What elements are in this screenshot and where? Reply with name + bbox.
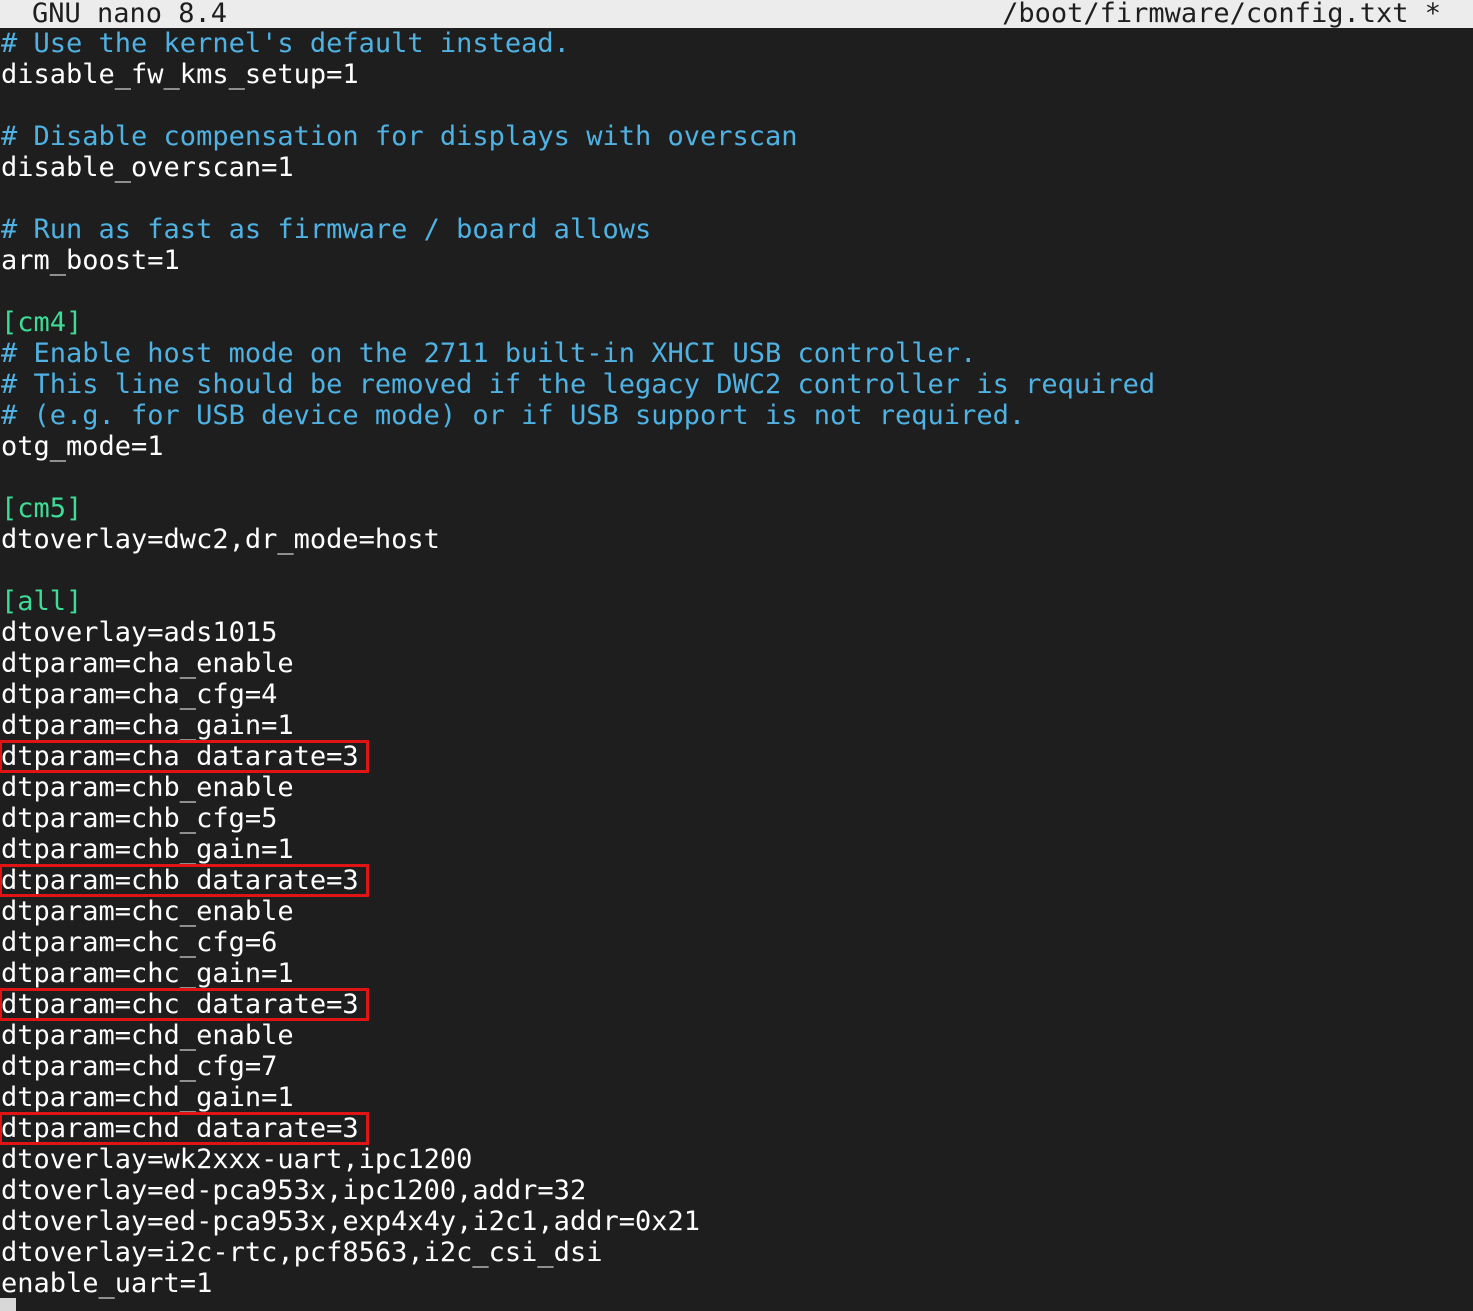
line-text: dtparam=chb_gain=1 [1, 834, 294, 865]
config-line[interactable]: dtparam=chb_cfg=5 [0, 803, 1473, 834]
config-line[interactable]: arm_boost=1 [0, 245, 1473, 276]
comment-line[interactable]: # This line should be removed if the leg… [0, 369, 1473, 400]
comment-line[interactable]: # Disable compensation for displays with… [0, 121, 1473, 152]
comment-line[interactable]: # Use the kernel's default instead. [0, 28, 1473, 59]
line-text: dtparam=chc_enable [1, 896, 294, 927]
line-text: # This line should be removed if the leg… [1, 369, 1156, 400]
line-text: [all] [1, 586, 83, 617]
config-line[interactable]: dtparam=cha_cfg=4 [0, 679, 1473, 710]
config-line[interactable]: otg_mode=1 [0, 431, 1473, 462]
config-line[interactable]: dtparam=cha_enable [0, 648, 1473, 679]
config-line[interactable]: dtparam=cha_gain=1 [0, 710, 1473, 741]
line-text: enable_uart=1 [1, 1268, 213, 1299]
comment-line[interactable]: # Run as fast as firmware / board allows [0, 214, 1473, 245]
config-line[interactable]: dtparam=chd_gain=1 [0, 1082, 1473, 1113]
config-line[interactable]: dtparam=chb_datarate=3 [0, 864, 1473, 897]
config-line[interactable]: dtparam=chb_gain=1 [0, 834, 1473, 865]
line-text: dtparam=cha_cfg=4 [1, 679, 278, 710]
config-line[interactable]: dtparam=chc_cfg=6 [0, 927, 1473, 958]
config-line[interactable]: dtparam=cha_datarate=3 [0, 740, 1473, 773]
line-text: dtoverlay=ads1015 [1, 617, 278, 648]
highlight-box [0, 1112, 369, 1145]
config-line[interactable]: dtparam=chd_datarate=3 [0, 1112, 1473, 1145]
file-path-modified: /boot/firmware/config.txt * [1002, 0, 1441, 28]
section-header-line[interactable]: [cm5] [0, 493, 1473, 524]
section-header-line[interactable]: [all] [0, 586, 1473, 617]
line-text: [cm4] [1, 307, 83, 338]
config-line[interactable] [0, 555, 1473, 586]
line-text: dtparam=chd_enable [1, 1020, 294, 1051]
line-text: dtparam=chc_cfg=6 [1, 927, 278, 958]
comment-line[interactable]: # (e.g. for USB device mode) or if USB s… [0, 400, 1473, 431]
line-text: # Enable host mode on the 2711 built-in … [1, 338, 977, 369]
line-text: [cm5] [1, 493, 83, 524]
config-line[interactable] [0, 90, 1473, 121]
line-text: dtoverlay=ed-pca953x,exp4x4y,i2c1,addr=0… [1, 1206, 700, 1237]
config-line[interactable]: dtoverlay=ed-pca953x,ipc1200,addr=32 [0, 1175, 1473, 1206]
config-line[interactable] [0, 276, 1473, 307]
config-line[interactable] [0, 183, 1473, 214]
highlight-box [0, 740, 369, 773]
app-name-version: GNU nano 8.4 [32, 0, 228, 28]
config-line[interactable]: dtoverlay=i2c-rtc,pcf8563,i2c_csi_dsi [0, 1237, 1473, 1268]
line-text: otg_mode=1 [1, 431, 164, 462]
line-text: dtoverlay=dwc2,dr_mode=host [1, 524, 440, 555]
highlight-box [0, 988, 369, 1021]
config-line[interactable]: dtparam=chc_datarate=3 [0, 988, 1473, 1021]
line-text: dtparam=cha_enable [1, 648, 294, 679]
config-line[interactable]: dtparam=chb_enable [0, 772, 1473, 803]
config-line[interactable]: dtoverlay=ads1015 [0, 617, 1473, 648]
config-line[interactable]: enable_uart=1 [0, 1268, 1473, 1299]
line-text: dtoverlay=wk2xxx-uart,ipc1200 [1, 1144, 473, 1175]
line-text: # Run as fast as firmware / board allows [1, 214, 652, 245]
config-line[interactable]: disable_fw_kms_setup=1 [0, 59, 1473, 90]
config-line[interactable]: dtparam=chc_enable [0, 896, 1473, 927]
line-text: dtparam=chb_cfg=5 [1, 803, 278, 834]
comment-line[interactable]: # Enable host mode on the 2711 built-in … [0, 338, 1473, 369]
line-text: # Disable compensation for displays with… [1, 121, 798, 152]
config-line[interactable]: dtparam=chd_enable [0, 1020, 1473, 1051]
line-text: dtparam=chb_enable [1, 772, 294, 803]
line-text: dtparam=chc_gain=1 [1, 958, 294, 989]
config-line[interactable]: dtparam=chc_gain=1 [0, 958, 1473, 989]
text-cursor [0, 1298, 16, 1311]
line-text: dtparam=cha_gain=1 [1, 710, 294, 741]
line-text: dtoverlay=i2c-rtc,pcf8563,i2c_csi_dsi [1, 1237, 603, 1268]
line-text: # Use the kernel's default instead. [1, 28, 570, 59]
config-line[interactable]: dtoverlay=wk2xxx-uart,ipc1200 [0, 1144, 1473, 1175]
config-line[interactable]: dtoverlay=dwc2,dr_mode=host [0, 524, 1473, 555]
highlight-box [0, 864, 369, 897]
line-text: # (e.g. for USB device mode) or if USB s… [1, 400, 1026, 431]
line-text: dtparam=chd_cfg=7 [1, 1051, 278, 1082]
line-text: disable_overscan=1 [1, 152, 294, 183]
line-text: disable_fw_kms_setup=1 [1, 59, 359, 90]
line-text: arm_boost=1 [1, 245, 180, 276]
config-line[interactable]: disable_overscan=1 [0, 152, 1473, 183]
config-line[interactable]: dtparam=chd_cfg=7 [0, 1051, 1473, 1082]
config-line[interactable]: dtoverlay=ed-pca953x,exp4x4y,i2c1,addr=0… [0, 1206, 1473, 1237]
section-header-line[interactable]: [cm4] [0, 307, 1473, 338]
line-text: dtparam=chd_gain=1 [1, 1082, 294, 1113]
nano-title-bar: GNU nano 8.4 /boot/firmware/config.txt * [0, 0, 1473, 28]
config-line[interactable] [0, 462, 1473, 493]
line-text: dtoverlay=ed-pca953x,ipc1200,addr=32 [1, 1175, 587, 1206]
editor-text-area[interactable]: # Use the kernel's default instead. disab… [0, 28, 1473, 1311]
